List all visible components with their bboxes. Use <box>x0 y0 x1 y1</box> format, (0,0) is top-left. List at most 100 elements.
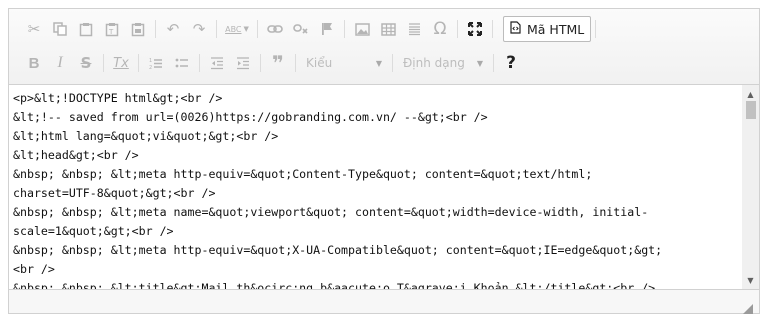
source-line: &lt;head&gt;<br /> <box>13 148 139 162</box>
svg-text:2: 2 <box>149 65 152 70</box>
toolbar-separator <box>199 54 200 72</box>
paste-word-button[interactable] <box>125 16 151 42</box>
cut-icon: ✂ <box>27 20 41 38</box>
image-button[interactable] <box>349 16 375 42</box>
image-icon <box>354 22 370 36</box>
source-html-label: Mã HTML <box>527 21 585 37</box>
editor-statusbar <box>9 289 759 314</box>
link-icon <box>267 24 283 34</box>
toolbar-separator <box>492 20 493 38</box>
help-icon: ? <box>506 53 516 73</box>
scroll-up-arrow-icon[interactable]: ▲ <box>742 87 759 101</box>
anchor-button[interactable] <box>314 16 340 42</box>
toolbar-separator <box>103 54 104 72</box>
help-button[interactable]: ? <box>498 50 524 76</box>
horizontal-line-button[interactable] <box>401 16 427 42</box>
blockquote-icon: ❞ <box>272 51 284 75</box>
paste-word-icon <box>131 22 145 37</box>
bulleted-list-icon <box>175 57 189 70</box>
source-line: &nbsp; &nbsp; &lt;title&gt;Mail th&ocirc… <box>13 281 656 289</box>
redo-button[interactable]: ↷ <box>186 16 212 42</box>
bold-icon: B <box>28 54 40 72</box>
toolbar-separator <box>257 20 258 38</box>
link-button[interactable] <box>262 16 288 42</box>
toolbar-row-1: ✂ T ↶ ↷ ABC ▼ Ω Mã HTML <box>21 15 600 43</box>
toolbar-separator <box>344 20 345 38</box>
paste-button[interactable] <box>73 16 99 42</box>
svg-text:T: T <box>108 28 114 36</box>
toolbar-separator <box>155 20 156 38</box>
strike-button[interactable]: S <box>73 50 99 76</box>
indent-icon <box>236 56 250 70</box>
source-line: charset=UTF-8&quot;&gt;<br /> <box>13 186 216 200</box>
toolbar-separator <box>392 54 393 72</box>
copy-button[interactable] <box>47 16 73 42</box>
italic-icon: I <box>57 54 63 71</box>
scroll-thumb[interactable] <box>746 101 756 119</box>
remove-format-button[interactable]: Tx <box>108 50 134 76</box>
vertical-scrollbar[interactable]: ▲ ▼ <box>742 85 759 289</box>
editor-toolbar: ✂ T ↶ ↷ ABC ▼ Ω Mã HTML B I S Tx 1 2 ❞ K… <box>9 9 759 85</box>
source-code: <p>&lt;!DOCTYPE html&gt;<br /> &lt;!-- sa… <box>13 89 741 289</box>
maximize-icon <box>468 22 482 36</box>
source-line: <p>&lt;!DOCTYPE html&gt;<br /> <box>13 91 223 105</box>
redo-icon: ↷ <box>192 20 206 38</box>
outdent-icon <box>210 56 224 70</box>
chevron-down-icon: ▼ <box>243 25 249 33</box>
numbered-list-button[interactable]: 12 <box>143 50 169 76</box>
style-combo-label: Kiểu <box>306 56 333 70</box>
toolbar-separator <box>138 54 139 72</box>
table-button[interactable] <box>375 16 401 42</box>
source-line: &nbsp; &nbsp; &lt;meta http-equiv=&quot;… <box>13 167 593 181</box>
source-line: &nbsp; &nbsp; &lt;meta http-equiv=&quot;… <box>13 243 663 257</box>
toolbar-separator <box>595 20 597 38</box>
toolbar-separator <box>493 54 494 72</box>
rich-text-editor: ✂ T ↶ ↷ ABC ▼ Ω Mã HTML B I S Tx 1 2 ❞ K… <box>8 8 760 314</box>
source-file-icon <box>510 21 521 37</box>
bulleted-list-button[interactable] <box>169 50 195 76</box>
source-textarea[interactable]: <p>&lt;!DOCTYPE html&gt;<br /> &lt;!-- sa… <box>9 85 759 289</box>
chevron-down-icon: ▼ <box>375 58 382 68</box>
spellcheck-icon: ABC <box>225 24 242 34</box>
source-line: &lt;html lang=&quot;vi&quot;&gt;<br /> <box>13 129 279 143</box>
svg-text:1: 1 <box>149 58 152 64</box>
toolbar-separator <box>457 20 458 38</box>
chevron-down-icon: ▼ <box>476 58 483 68</box>
table-icon <box>380 22 396 36</box>
remove-format-icon: Tx <box>113 55 129 71</box>
numbered-list-icon: 12 <box>149 57 163 70</box>
scroll-down-arrow-icon[interactable]: ▼ <box>742 273 759 287</box>
bold-button[interactable]: B <box>21 50 47 76</box>
source-line: scale=1&quot;&gt;<br /> <box>13 224 174 238</box>
toolbar-separator <box>216 20 217 38</box>
paste-text-icon: T <box>105 22 119 37</box>
source-html-button[interactable]: Mã HTML <box>503 16 592 42</box>
anchor-flag-icon <box>321 22 333 36</box>
special-char-icon: Ω <box>433 19 447 39</box>
italic-button[interactable]: I <box>47 50 73 76</box>
toolbar-row-2: B I S Tx 12 ❞ Kiểu ▼ Định dạng ▼ ? <box>21 49 524 77</box>
toolbar-separator <box>295 54 296 72</box>
source-line: <br /> <box>13 262 55 276</box>
unlink-button[interactable] <box>288 16 314 42</box>
maximize-button[interactable] <box>462 16 488 42</box>
format-combo[interactable]: Định dạng ▼ <box>397 52 489 74</box>
outdent-button[interactable] <box>204 50 230 76</box>
cut-button[interactable]: ✂ <box>21 16 47 42</box>
undo-icon: ↶ <box>166 20 180 38</box>
horizontal-line-icon <box>408 22 421 36</box>
source-line: &lt;!-- saved from url=(0026)https://gob… <box>13 110 488 124</box>
resize-handle-icon[interactable] <box>743 299 753 314</box>
style-combo[interactable]: Kiểu ▼ <box>300 52 388 74</box>
strike-icon: S <box>80 54 92 72</box>
copy-icon <box>53 22 67 36</box>
spellcheck-button[interactable]: ABC ▼ <box>221 16 253 42</box>
toolbar-separator <box>260 54 261 72</box>
unlink-icon <box>293 23 309 35</box>
blockquote-button[interactable]: ❞ <box>265 50 291 76</box>
paste-icon <box>79 22 93 37</box>
special-char-button[interactable]: Ω <box>427 16 453 42</box>
undo-button[interactable]: ↶ <box>160 16 186 42</box>
paste-text-button[interactable]: T <box>99 16 125 42</box>
indent-button[interactable] <box>230 50 256 76</box>
